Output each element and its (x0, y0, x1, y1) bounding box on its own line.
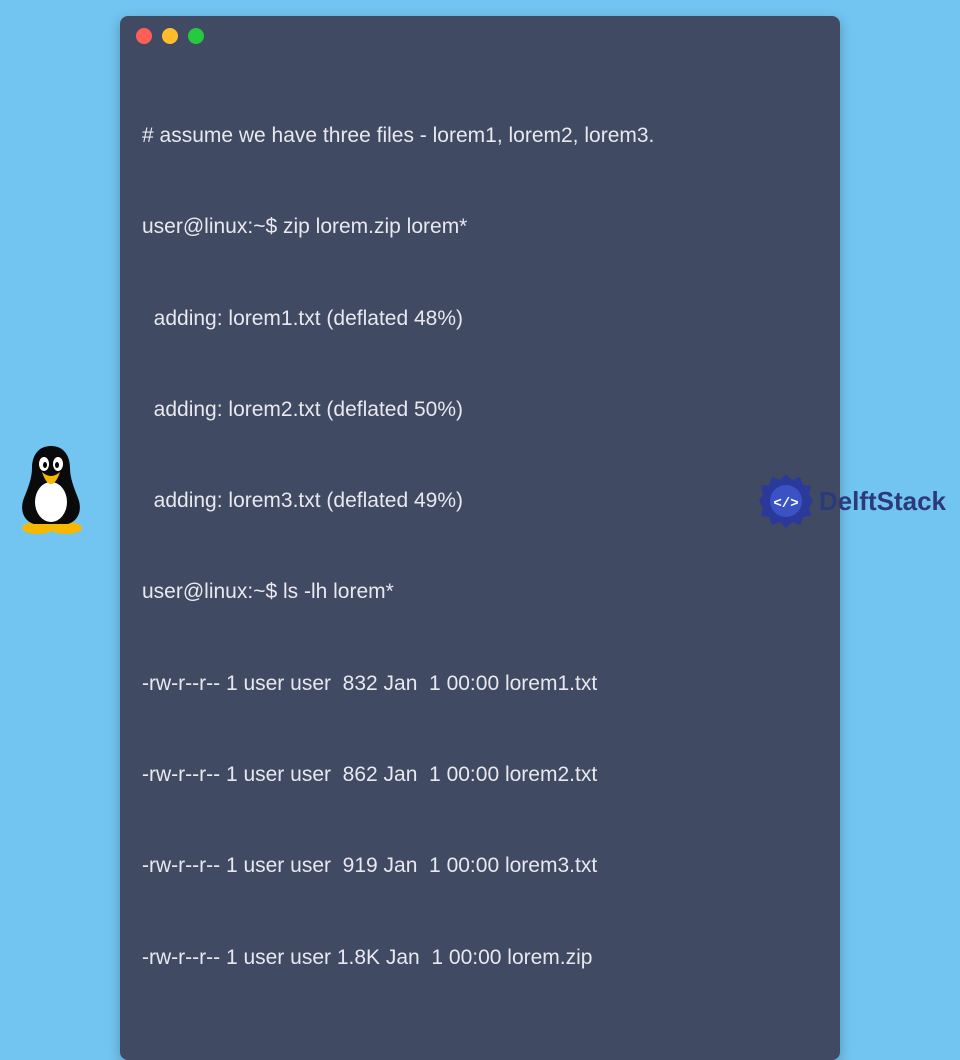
terminal-line: adding: lorem2.txt (deflated 50%) (142, 395, 818, 425)
terminal-output: # assume we have three files - lorem1, l… (120, 56, 840, 1044)
terminal-window: # assume we have three files - lorem1, l… (120, 16, 840, 1060)
terminal-line: user@linux:~$ ls -lh lorem* (142, 577, 818, 607)
window-titlebar (120, 16, 840, 56)
terminal-line: -rw-r--r-- 1 user user 862 Jan 1 00:00 l… (142, 760, 818, 790)
terminal-line: -rw-r--r-- 1 user user 832 Jan 1 00:00 l… (142, 669, 818, 699)
brand-logo: </> DelftStack (759, 474, 946, 528)
svg-text:</>: </> (773, 496, 798, 512)
terminal-line: -rw-r--r-- 1 user user 1.8K Jan 1 00:00 … (142, 943, 818, 973)
minimize-icon[interactable] (162, 28, 178, 44)
tux-icon (10, 440, 92, 534)
terminal-line: # assume we have three files - lorem1, l… (142, 121, 818, 151)
terminal-line: -rw-r--r-- 1 user user 919 Jan 1 00:00 l… (142, 851, 818, 881)
maximize-icon[interactable] (188, 28, 204, 44)
brand-name: DelftStack (819, 486, 946, 517)
terminal-line: adding: lorem3.txt (deflated 49%) (142, 486, 818, 516)
terminal-line: adding: lorem1.txt (deflated 48%) (142, 304, 818, 334)
close-icon[interactable] (136, 28, 152, 44)
gear-icon: </> (759, 474, 813, 528)
terminal-line: user@linux:~$ zip lorem.zip lorem* (142, 212, 818, 242)
